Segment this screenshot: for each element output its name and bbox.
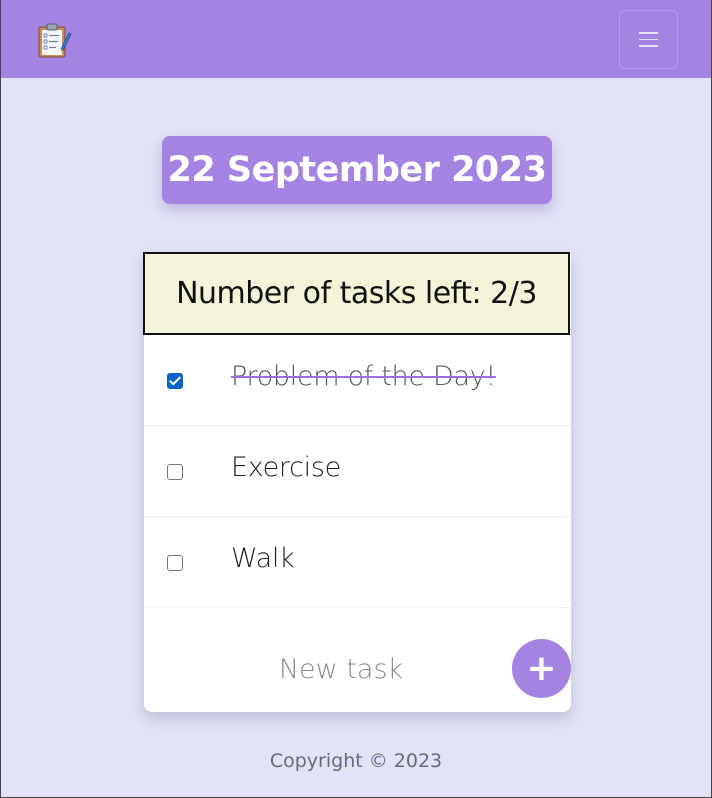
task-checkbox[interactable]: [167, 464, 183, 480]
menu-line: [639, 32, 658, 34]
task-label: Exercise: [231, 452, 341, 483]
tasks-left-text: Number of tasks left: 2/3: [176, 276, 537, 311]
current-date: 22 September 2023: [167, 150, 547, 190]
task-checkbox[interactable]: [167, 555, 183, 571]
date-badge: 22 September 2023: [162, 136, 552, 204]
task-label: Walk: [231, 543, 295, 574]
tasks-left-header: Number of tasks left: 2/3: [143, 252, 570, 335]
task-row: Walk: [144, 517, 571, 608]
footer-copyright: Copyright © 2023: [269, 750, 443, 772]
task-row: Exercise: [144, 426, 571, 517]
new-task-input[interactable]: [164, 648, 518, 690]
new-task-form: [144, 629, 534, 712]
task-checkbox[interactable]: [167, 373, 183, 389]
task-row: Problem of the Day!: [144, 335, 571, 426]
hamburger-menu-icon[interactable]: [619, 10, 678, 69]
menu-line: [639, 38, 658, 41]
task-card: Number of tasks left: 2/3 Problem of the…: [143, 252, 571, 712]
navbar: [1, 0, 711, 78]
add-task-button[interactable]: +: [512, 639, 571, 698]
menu-line: [639, 45, 658, 47]
clipboard-checklist-icon[interactable]: [35, 21, 73, 59]
task-label: Problem of the Day!: [231, 361, 496, 392]
